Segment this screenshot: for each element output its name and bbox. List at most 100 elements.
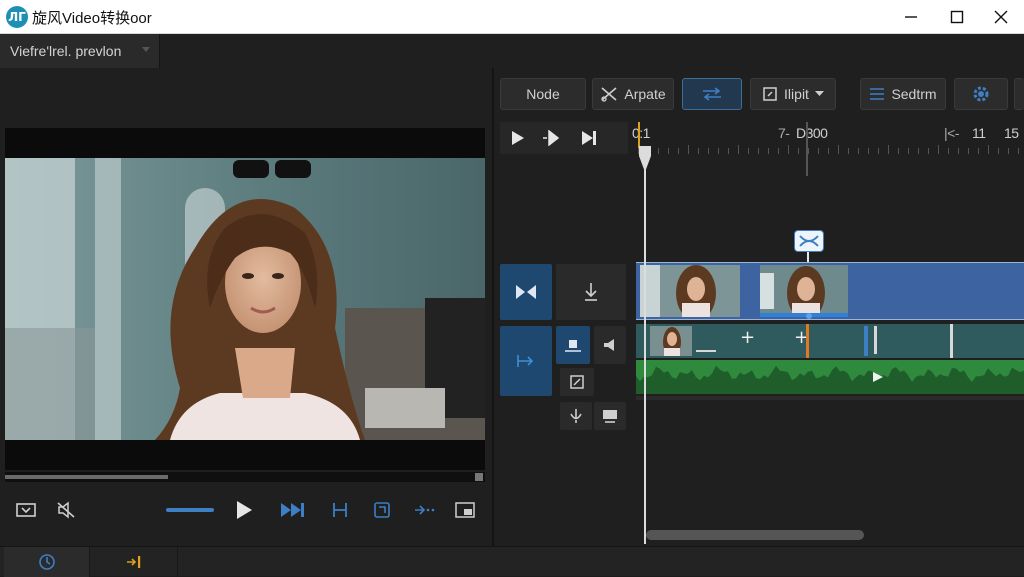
in-point-marker [638, 122, 640, 148]
playback-scrubber[interactable] [5, 472, 485, 482]
scrubber-handle[interactable] [475, 473, 483, 481]
timeline-transport [500, 122, 628, 154]
subtitle-button[interactable] [594, 402, 626, 430]
video-clip-2[interactable] [760, 265, 848, 317]
clip-selection-bar [760, 313, 848, 317]
caption-button[interactable] [12, 496, 40, 524]
export-frame-icon [374, 502, 390, 518]
play-button[interactable] [228, 496, 260, 524]
ruler-tick [728, 148, 729, 154]
ruler-label-0: 0:1 [632, 125, 650, 141]
status-tab-timer[interactable] [4, 547, 90, 577]
audio-split-icon [126, 556, 140, 568]
maximize-button[interactable] [934, 0, 980, 34]
video-frame-image [5, 158, 485, 440]
preview-tab-label: Viefre'lrel. prevlon [10, 43, 122, 59]
step-forward-icon[interactable] [542, 130, 560, 146]
ruler-tick [768, 148, 769, 154]
swap-arrows-icon [703, 87, 721, 101]
speaker-button[interactable] [594, 326, 626, 364]
transition-bowtie-icon [799, 235, 819, 247]
playhead-handle-icon[interactable] [638, 146, 652, 174]
scrubber-progress [5, 475, 169, 479]
ruler-tick [838, 145, 839, 154]
arpate-button-label: Arpate [624, 86, 666, 102]
ruler-tick [738, 145, 739, 154]
next-frame-button[interactable] [276, 496, 308, 524]
ruler-prefix-0: 7- [778, 125, 790, 141]
status-tab-audio-split[interactable] [92, 547, 178, 577]
overlay-line [696, 350, 716, 352]
overlay-clip-thumb[interactable] [650, 326, 692, 356]
audio-track[interactable] [636, 360, 1024, 394]
list-icon [870, 88, 885, 100]
edit-button[interactable] [560, 368, 594, 396]
subtitle-icon [603, 410, 617, 423]
arpate-button[interactable]: Arpate [592, 78, 674, 110]
playhead[interactable] [644, 146, 646, 544]
ruler-tick [988, 145, 989, 154]
split-icon [516, 285, 536, 299]
skip-end-icon[interactable] [580, 130, 598, 146]
mic-icon [570, 409, 582, 423]
mark-in-button[interactable] [328, 496, 352, 524]
add-marker-1[interactable]: + [740, 327, 755, 348]
trim-icon [517, 355, 534, 367]
download-track-button[interactable] [556, 264, 626, 320]
ruler-tick [928, 148, 929, 154]
volume-slider[interactable] [166, 508, 214, 512]
play-icon[interactable] [872, 371, 884, 383]
swap-button[interactable] [682, 78, 742, 110]
clip-selection-handle[interactable] [806, 313, 812, 319]
ruler-tick [708, 148, 709, 154]
sedtrm-label: Sedtrm [891, 86, 937, 102]
node-button-label: Node [526, 86, 560, 102]
ruler-tick [688, 145, 689, 154]
next-frame-icon [281, 503, 304, 517]
ruler-tick [1018, 148, 1019, 154]
ruler-tick [778, 148, 779, 154]
panel-divider[interactable] [492, 68, 494, 546]
pip-button[interactable] [452, 496, 478, 524]
timeline-horizontal-scrollbar[interactable] [646, 530, 864, 540]
mic-button[interactable] [560, 402, 592, 430]
export-frame-button[interactable] [370, 496, 394, 524]
overlay-track[interactable]: + + [636, 324, 1024, 358]
ruler-tick [958, 148, 959, 154]
split-track-button[interactable] [500, 264, 552, 320]
settings-button[interactable] [954, 78, 1008, 110]
ilipit-dropdown[interactable]: Ilipit [750, 78, 836, 110]
trim-track-button[interactable] [500, 326, 552, 396]
video-track[interactable] [636, 262, 1024, 320]
ruler-tick [848, 148, 849, 154]
timeline-ruler[interactable]: 0:1 7- D300 |<- 11 15 [630, 122, 1024, 176]
fast-forward-button[interactable] [412, 496, 438, 524]
playhead-marker [806, 324, 809, 358]
overflow-toolbar-button[interactable] [1014, 78, 1024, 110]
node-button[interactable]: Node [500, 78, 586, 110]
mute-button[interactable] [52, 496, 80, 524]
transition-button[interactable] [794, 230, 824, 252]
ruler-label-3: 15 [1004, 125, 1019, 141]
maximize-icon [950, 10, 964, 24]
ruler-tick [748, 148, 749, 154]
chevron-down-icon[interactable] [142, 47, 150, 53]
keyframe-button[interactable] [556, 326, 590, 364]
ruler-label-2: 11 [972, 125, 986, 141]
video-clip-1[interactable] [640, 265, 740, 317]
ruler-tick [678, 148, 679, 154]
minimize-icon [905, 16, 917, 18]
preview-tab[interactable]: Viefre'lrel. prevlon [0, 34, 160, 68]
title-bar: ЛГ 旋风Video转换oor [0, 0, 1024, 34]
minimize-button[interactable] [888, 0, 934, 34]
ruler-tick [668, 148, 669, 154]
clip-edge-marker [874, 326, 877, 354]
chevron-down-icon [814, 91, 824, 96]
speaker-icon [604, 339, 614, 351]
close-icon [994, 10, 1008, 24]
sedtrm-button[interactable]: Sedtrm [860, 78, 946, 110]
audio-track-footer [636, 396, 1024, 400]
play-icon[interactable] [510, 130, 528, 146]
clip-edge-marker [950, 324, 953, 358]
close-button[interactable] [978, 0, 1024, 34]
